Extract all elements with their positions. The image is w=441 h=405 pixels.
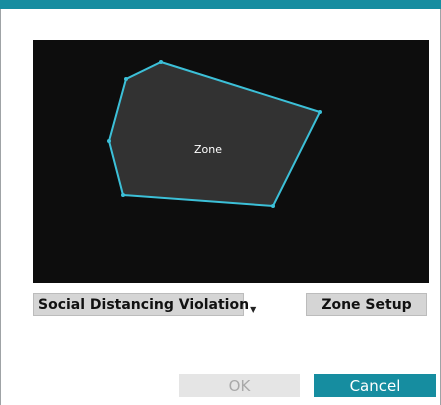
zone-canvas[interactable]: Zone <box>33 40 429 283</box>
zone-vertex-handle[interactable] <box>107 139 111 143</box>
zone-setup-button[interactable]: Zone Setup <box>306 293 427 316</box>
cancel-label: Cancel <box>349 376 401 395</box>
zone-setup-label: Zone Setup <box>321 296 412 313</box>
zone-vertex-handle[interactable] <box>121 193 125 197</box>
zone-vertex-handle[interactable] <box>159 60 163 64</box>
zone-polygon[interactable] <box>107 60 322 208</box>
zone-vertex-handle[interactable] <box>318 110 322 114</box>
dropdown-arrow-icon: ▼ <box>250 305 257 314</box>
ok-label: OK <box>228 376 251 395</box>
event-type-dropdown[interactable]: Social Distancing Violation ▼ <box>33 293 256 316</box>
event-type-value: Social Distancing Violation <box>38 296 250 313</box>
zone-vertex-handle[interactable] <box>124 77 128 81</box>
ok-button[interactable]: OK <box>179 374 300 397</box>
cancel-button[interactable]: Cancel <box>314 374 436 397</box>
zone-vertex-handle[interactable] <box>271 204 275 208</box>
video-preview[interactable]: Zone <box>33 40 429 283</box>
zone-label: Zone <box>194 143 222 156</box>
dialog-title-bar <box>0 0 441 9</box>
